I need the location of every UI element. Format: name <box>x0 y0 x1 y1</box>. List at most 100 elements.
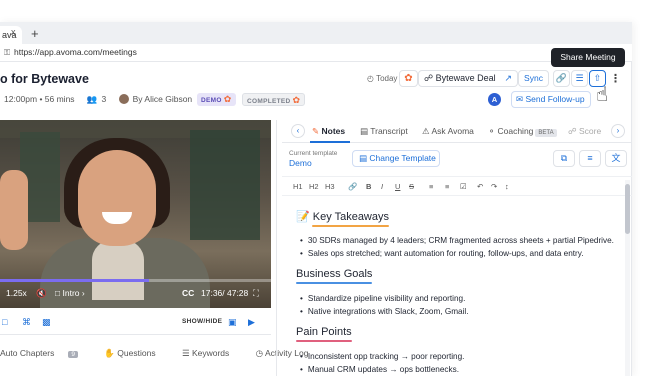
list-item: Sales ops stretched; want automation for… <box>300 249 584 258</box>
pain-points-title: Pain Points <box>296 326 352 338</box>
chapter-label: Intro <box>62 288 80 298</box>
demo-badge-label: DEMO <box>201 97 222 104</box>
italic-icon[interactable]: I <box>381 182 383 191</box>
demo-badge[interactable]: DEMO ✿ <box>197 93 236 106</box>
section-heading: Business Goals <box>296 268 373 284</box>
crm-deal-button[interactable]: ☍ Bytewave Deal ↗ <box>418 70 518 87</box>
deal-label: Bytewave Deal <box>435 73 496 83</box>
keywords-label: Keywords <box>191 348 230 358</box>
video-time: 17:36/ 47:28 <box>201 288 249 298</box>
send-followup-button[interactable]: ✉ Send Follow-up <box>511 91 591 108</box>
comment-icon[interactable]: □ <box>2 317 7 327</box>
right-tabs: ✎ Notes ▤ Transcript ⚠ Ask Avoma ⚬ Coach… <box>282 119 632 143</box>
cc-button[interactable]: CC <box>182 288 194 298</box>
chapters-count: 9 <box>68 351 78 358</box>
owner-name: By Alice Gibson <box>132 94 193 104</box>
attendees-icon: 👥 <box>86 94 98 104</box>
hubspot-icon: ✿ <box>223 94 232 104</box>
camera-icon[interactable]: ▶ <box>248 317 255 328</box>
bookshelf-right <box>190 130 260 240</box>
tab-coaching[interactable]: ⚬ Coaching BETA <box>488 126 557 137</box>
meeting-time: 12:00pm • 56 mins <box>4 94 75 104</box>
snippet-icon[interactable]: ▩ <box>42 317 51 328</box>
video-progress-fill <box>0 279 149 282</box>
beta-badge: BETA <box>535 129 557 137</box>
tab-questions[interactable]: ✋ Questions <box>104 348 167 358</box>
send-followup-label: Send Follow-up <box>525 94 585 104</box>
owner-avatar <box>118 94 129 104</box>
today-label: ◴ Today <box>367 74 398 83</box>
new-tab-button[interactable]: + <box>31 26 39 41</box>
person-shirt <box>92 240 144 300</box>
today-text: Today <box>376 74 398 83</box>
link-icon[interactable]: 🔗 <box>553 70 570 87</box>
undo-icon[interactable]: ↶ <box>477 182 483 191</box>
hand-cursor-icon: ☝ <box>596 84 609 106</box>
heading-underline <box>296 340 352 342</box>
notes-scrollbar-thumb[interactable] <box>625 184 630 234</box>
key-takeaways-title: Key Takeaways <box>312 211 389 223</box>
user-avatar[interactable]: A <box>488 93 501 106</box>
transcript-label: Transcript <box>370 126 408 136</box>
sync-button[interactable]: Sync <box>518 70 549 87</box>
score-label: Score <box>578 126 602 136</box>
ask-avoma-label: Ask Avoma <box>431 126 474 136</box>
tab-keywords[interactable]: ☰ Keywords <box>182 348 241 358</box>
mute-icon[interactable]: 🔇 <box>36 288 47 299</box>
template-value[interactable]: Demo <box>289 158 312 168</box>
h1-button[interactable]: H1 <box>293 182 303 191</box>
business-goals-title: Business Goals <box>296 268 373 280</box>
person-hand <box>0 170 28 250</box>
expand-icon[interactable]: ↕ <box>505 182 509 191</box>
crop-icon[interactable]: ⌘ <box>22 317 31 328</box>
underline-icon[interactable]: U <box>395 182 400 191</box>
fullscreen-icon[interactable]: ⛶ <box>253 288 259 299</box>
lock-icon: ⚿ <box>4 48 11 57</box>
redo-icon[interactable]: ↷ <box>491 182 497 191</box>
questions-label: Questions <box>117 348 156 358</box>
hubspot-button[interactable]: ✿ <box>399 70 418 87</box>
panel-divider[interactable] <box>276 120 277 376</box>
list-item: 30 SDRs managed by 4 leaders; CRM fragme… <box>300 236 614 245</box>
notes-emoji-icon: 📝 <box>296 211 310 223</box>
template-label: Current template <box>289 150 338 157</box>
auto-chapters-label: Auto Chapters <box>0 348 55 358</box>
stage: ava x + ⚿ https://app.avoma.com/meetings… <box>0 0 670 376</box>
hide-video-icon[interactable]: ▣ <box>228 317 237 328</box>
page-title: o for Bytewave <box>0 72 89 86</box>
copy-icon[interactable]: ⧉ <box>553 150 575 167</box>
change-template-button[interactable]: ▤ Change Template <box>352 150 440 167</box>
external-link-icon[interactable]: ↗ <box>504 71 512 86</box>
tab-score[interactable]: ☍ Score <box>568 126 601 137</box>
coaching-label: Coaching <box>497 126 534 136</box>
completed-badge[interactable]: COMPLETED ✿ <box>242 93 306 106</box>
format-icon[interactable]: ≡ <box>579 150 601 167</box>
notes-label: Notes <box>321 126 346 136</box>
checklist-icon[interactable]: ☑ <box>460 182 467 191</box>
h2-button[interactable]: H2 <box>309 182 319 191</box>
active-tab-underline <box>310 141 350 143</box>
tab-ask-avoma[interactable]: ⚠ Ask Avoma <box>422 126 474 137</box>
link-icon[interactable]: 🔗 <box>348 182 357 191</box>
translate-icon[interactable]: 文 <box>605 150 627 167</box>
tab-close-icon[interactable]: x <box>11 27 16 37</box>
bold-icon[interactable]: B <box>366 182 371 191</box>
speed-control[interactable]: 1.25x <box>6 288 27 298</box>
ordered-list-icon[interactable]: ≡ <box>429 182 433 191</box>
editor-toolbar: H1 H2 H3 🔗 B I U S ≡ ≡ ☑ ↶ ↷ ↕ <box>282 176 632 196</box>
strikethrough-icon[interactable]: S <box>409 182 414 191</box>
checklist-icon[interactable]: ☰ <box>571 70 588 87</box>
h3-button[interactable]: H3 <box>325 182 335 191</box>
bullet-list-icon[interactable]: ≡ <box>445 182 449 191</box>
tab-notes[interactable]: ✎ Notes <box>312 126 345 137</box>
chapter-control[interactable]: □ Intro › <box>55 288 85 298</box>
tab-transcript[interactable]: ▤ Transcript <box>360 126 408 137</box>
show-hide-label: SHOW/HIDE <box>182 318 223 325</box>
list-item: Manual CRM updates → ops bottlenecks. <box>300 365 459 374</box>
left-bottom-tabs: Auto Chapters 9 ✋ Questions ☰ Keywords ◷ … <box>0 348 308 359</box>
tabs-next-icon[interactable]: › <box>611 124 625 138</box>
tab-auto-chapters[interactable]: Auto Chapters 9 <box>0 348 90 358</box>
hubspot-icon: ✿ <box>404 73 413 84</box>
address-url[interactable]: https://app.avoma.com/meetings <box>14 47 137 57</box>
more-options-icon[interactable]: ⋮ <box>610 72 621 85</box>
